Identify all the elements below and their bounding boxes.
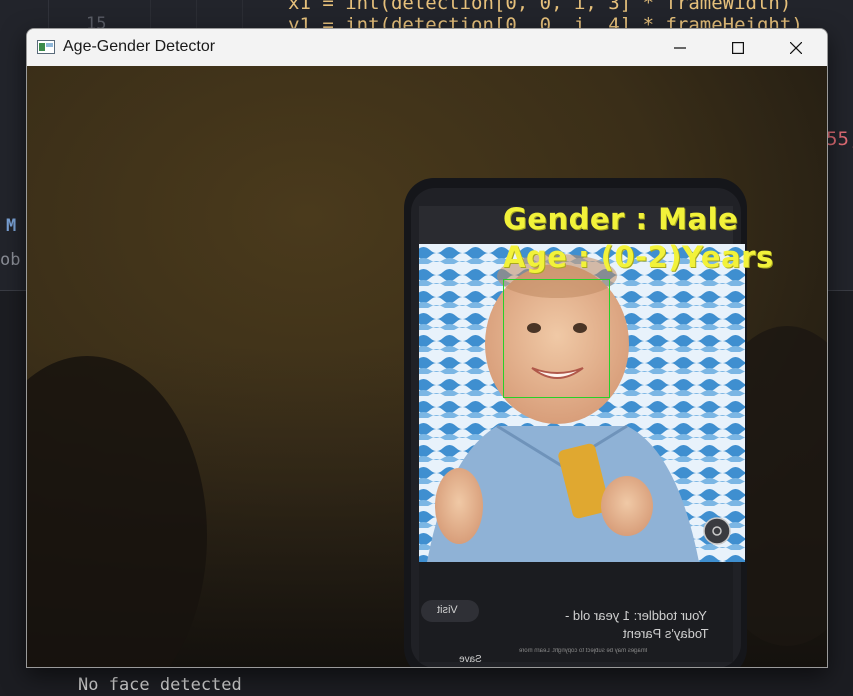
face-bounding-box	[503, 279, 610, 398]
phone-caption: Today's Parent	[623, 626, 709, 641]
sidebar-label: ob	[0, 250, 21, 270]
close-icon	[790, 41, 802, 54]
webcam-frame	[27, 66, 827, 667]
phone-visit-button: Visit	[437, 604, 458, 616]
maximize-button[interactable]	[709, 29, 767, 66]
minimize-icon	[674, 46, 686, 49]
phone-subtext: Images may be subject to copyright. Lear…	[519, 648, 648, 654]
code-fragment: 55,	[826, 128, 853, 150]
webcam-feed: Your toddler: 1 year old - Today's Paren…	[27, 66, 827, 667]
phone-caption: Your toddler: 1 year old -	[565, 608, 707, 623]
minimize-button[interactable]	[651, 29, 709, 66]
terminal-output-line: No face detected	[78, 675, 242, 695]
title-bar[interactable]: Age-Gender Detector	[27, 29, 827, 66]
detector-window: Age-Gender Detector Your toddler: 1 year…	[26, 28, 828, 668]
phone-save-button: Save	[459, 654, 482, 665]
sidebar-label: M	[6, 216, 17, 236]
code-line: x1 = int(detection[0, 0, i, 3] * frameWi…	[288, 0, 792, 14]
maximize-icon	[732, 41, 744, 54]
window-title: Age-Gender Detector	[63, 38, 216, 55]
age-label: Age : (0-2)Years	[503, 240, 774, 274]
app-window-icon	[37, 40, 55, 54]
gender-label: Gender : Male	[503, 202, 739, 236]
close-button[interactable]	[767, 29, 825, 66]
